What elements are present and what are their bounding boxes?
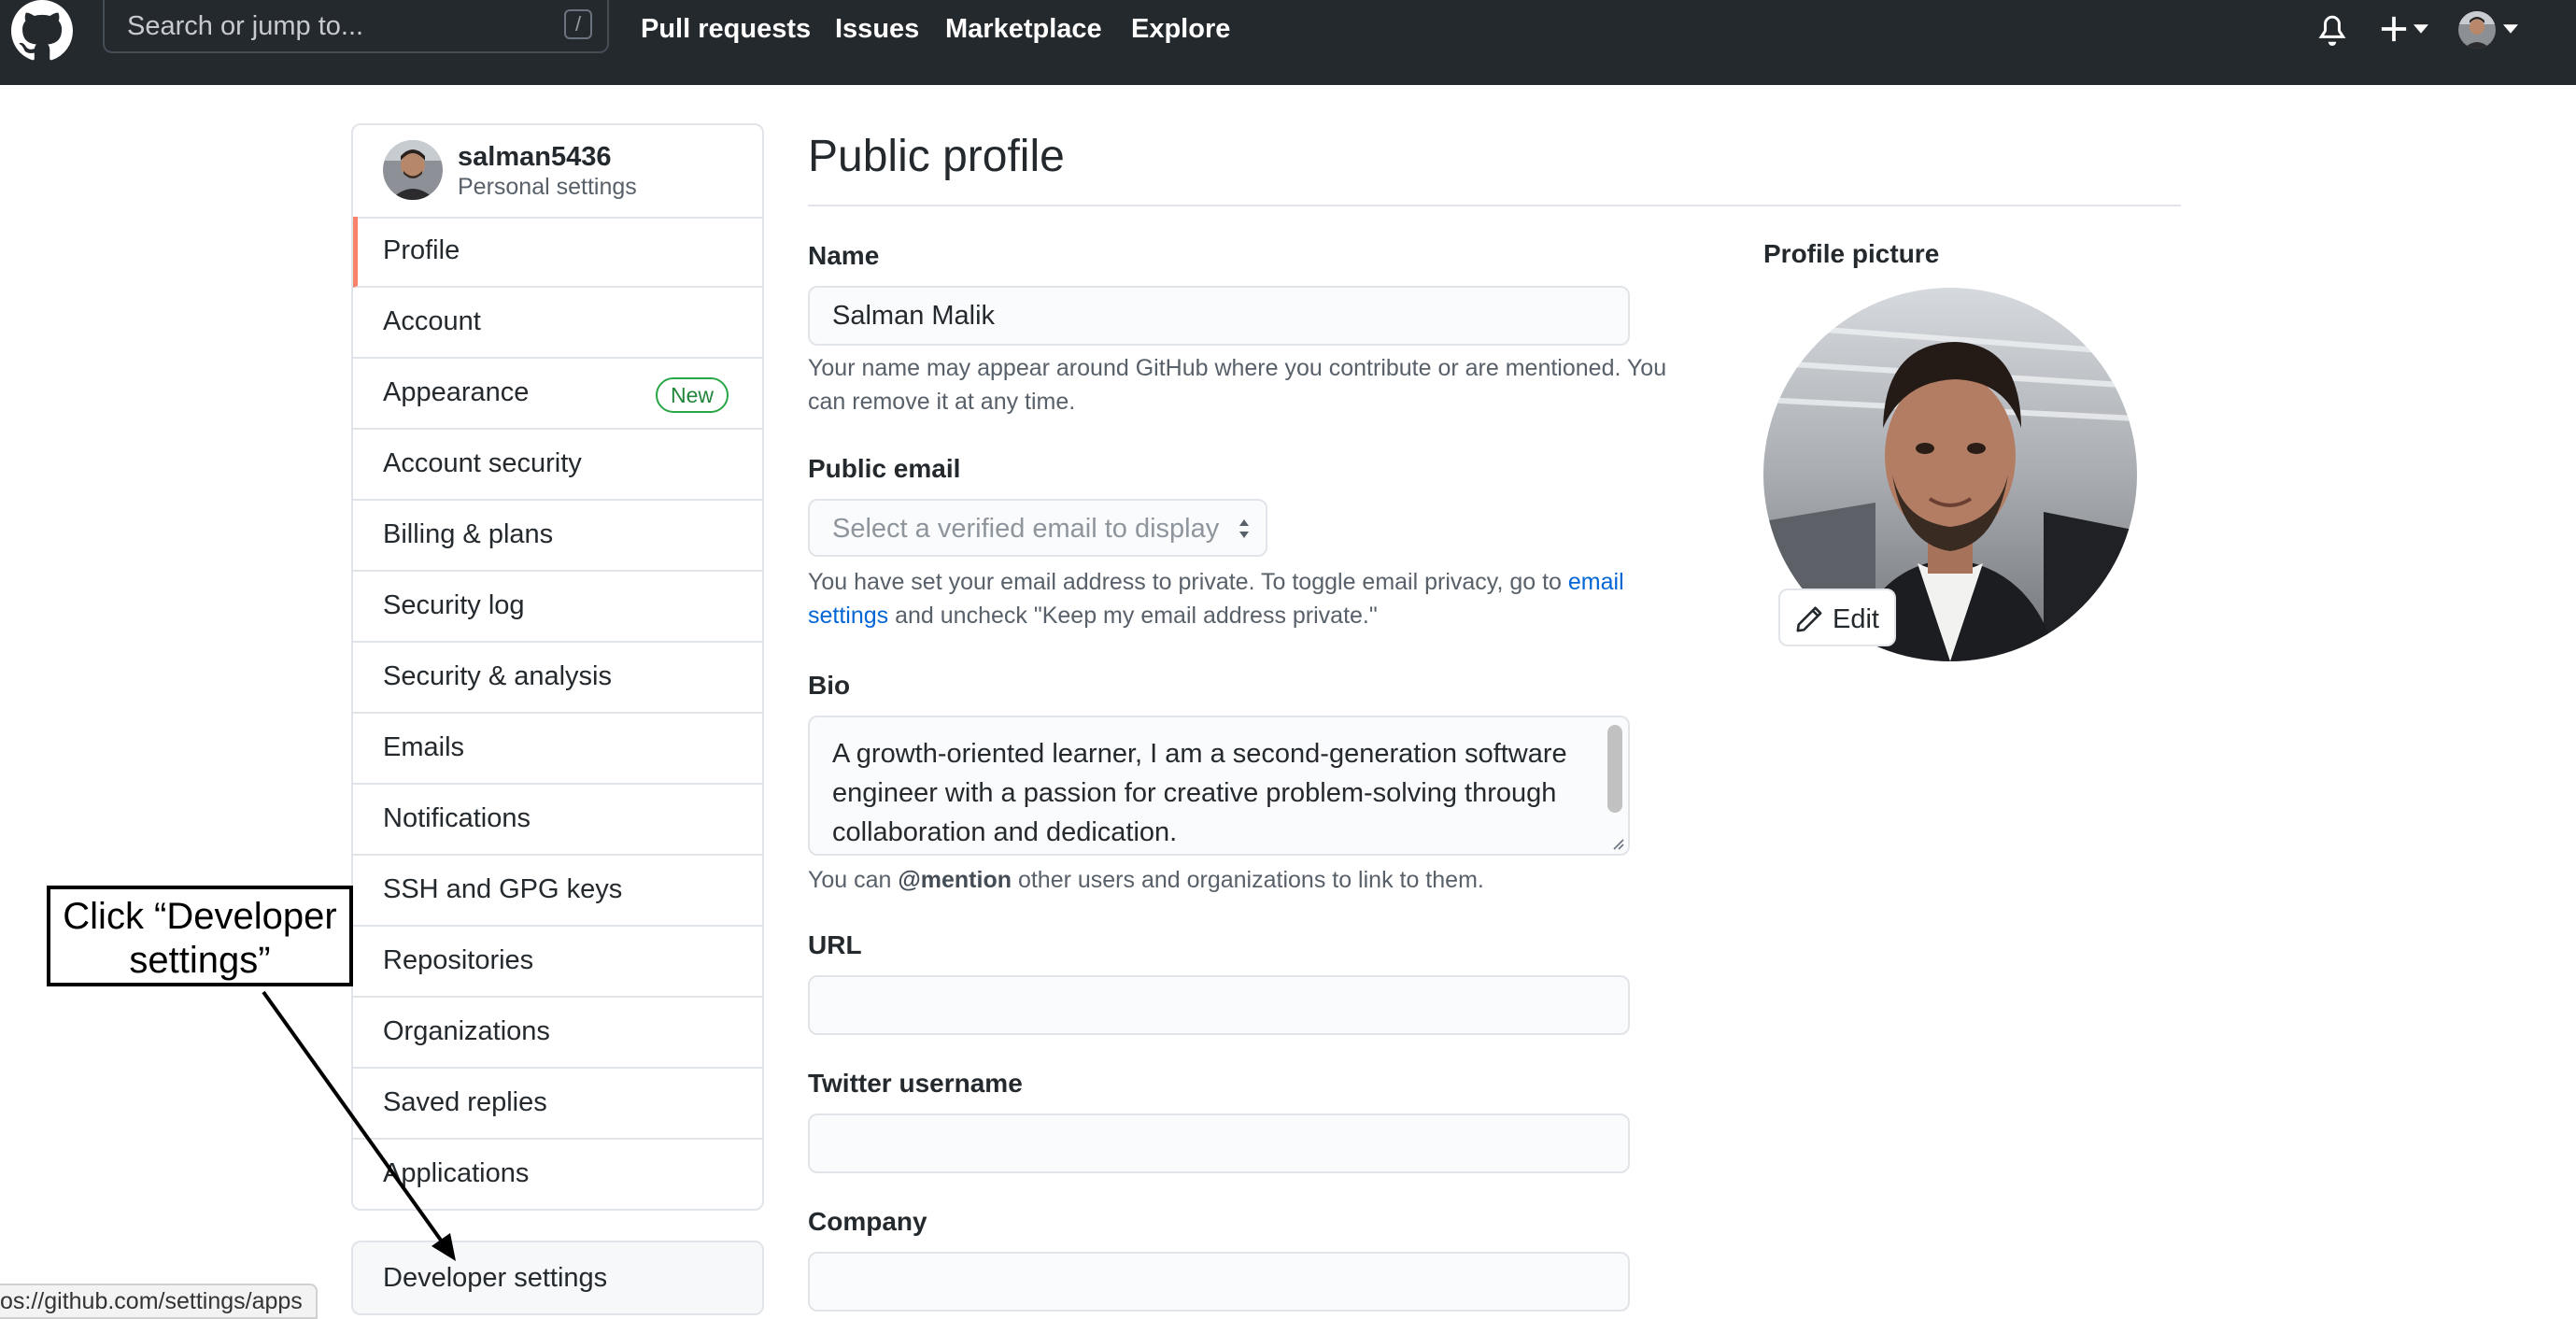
callout-text: Click “Developer settings” bbox=[63, 896, 337, 981]
profile-picture-label: Profile picture bbox=[1763, 239, 1940, 268]
sidebar-item-label: Notifications bbox=[383, 803, 531, 833]
sidebar-item-developer-settings[interactable]: Developer settings bbox=[351, 1241, 764, 1315]
edit-profile-picture-button[interactable]: Edit bbox=[1778, 589, 1896, 646]
sidebar-item-label: Saved replies bbox=[383, 1087, 547, 1117]
bio-textarea[interactable]: A growth-oriented learner, I am a second… bbox=[808, 716, 1630, 856]
sidebar-item-label: Organizations bbox=[383, 1016, 550, 1046]
sidebar-item-repositories[interactable]: Repositories bbox=[353, 927, 762, 998]
nav-pull-requests[interactable]: Pull requests bbox=[641, 14, 811, 45]
sidebar-item-ssh-gpg-keys[interactable]: SSH and GPG keys bbox=[353, 856, 762, 927]
bio-label: Bio bbox=[808, 671, 851, 700]
twitter-username-label: Twitter username bbox=[808, 1069, 1023, 1098]
username[interactable]: salman5436 bbox=[458, 142, 611, 173]
company-field[interactable] bbox=[808, 1252, 1630, 1312]
sidebar-item-saved-replies[interactable]: Saved replies bbox=[353, 1069, 762, 1140]
email-help-text-start: You have set your email address to priva… bbox=[808, 569, 1568, 595]
avatar-image bbox=[383, 140, 443, 200]
sidebar-item-appearance[interactable]: Appearance New bbox=[353, 359, 762, 430]
sidebar-item-label: SSH and GPG keys bbox=[383, 874, 623, 904]
sidebar-item-account-security[interactable]: Account security bbox=[353, 430, 762, 501]
name-field[interactable] bbox=[808, 286, 1630, 346]
new-badge: New bbox=[656, 377, 729, 413]
mention-text: @mention bbox=[898, 867, 1012, 893]
page-title: Public profile bbox=[808, 132, 1065, 181]
public-email-select[interactable]: Select a verified email to display bbox=[808, 499, 1267, 557]
nav-issues[interactable]: Issues bbox=[835, 14, 919, 45]
public-email-placeholder: Select a verified email to display bbox=[832, 514, 1220, 544]
resize-grip-icon[interactable] bbox=[1609, 835, 1624, 850]
bio-text: A growth-oriented learner, I am a second… bbox=[832, 739, 1567, 847]
chevron-down-icon[interactable] bbox=[2413, 24, 2428, 34]
avatar[interactable] bbox=[2458, 11, 2496, 49]
email-help-text: You have set your email address to priva… bbox=[808, 565, 1705, 632]
avatar-image bbox=[2458, 11, 2496, 49]
sidebar-item-applications[interactable]: Applications bbox=[353, 1140, 762, 1211]
sidebar-item-security-analysis[interactable]: Security & analysis bbox=[353, 643, 762, 714]
bio-help-end: other users and organizations to link to… bbox=[1012, 867, 1484, 893]
sidebar-item-label: Security & analysis bbox=[383, 661, 612, 691]
email-help-text-end: and uncheck "Keep my email address priva… bbox=[888, 603, 1378, 629]
avatar[interactable] bbox=[383, 140, 443, 200]
select-arrows-icon bbox=[1239, 519, 1249, 538]
chevron-down-icon[interactable] bbox=[2503, 24, 2518, 34]
sidebar-item-label: Profile bbox=[383, 235, 460, 265]
sidebar-item-organizations[interactable]: Organizations bbox=[353, 998, 762, 1069]
github-logo[interactable] bbox=[11, 0, 73, 62]
divider bbox=[808, 205, 2181, 206]
sidebar-item-account[interactable]: Account bbox=[353, 288, 762, 359]
sidebar-item-label: Account bbox=[383, 306, 481, 336]
twitter-username-field[interactable] bbox=[808, 1113, 1630, 1173]
sidebar-item-profile[interactable]: Profile bbox=[353, 217, 762, 288]
sidebar-item-label: Applications bbox=[383, 1158, 530, 1188]
scrollbar[interactable] bbox=[1607, 725, 1622, 813]
personal-settings-subtitle: Personal settings bbox=[458, 174, 637, 200]
top-navigation-bar: Search or jump to... / Pull requests Iss… bbox=[0, 0, 2576, 85]
sidebar-user-header: salman5436 Personal settings bbox=[353, 125, 762, 219]
nav-marketplace[interactable]: Marketplace bbox=[945, 14, 1102, 45]
sidebar-item-billing-plans[interactable]: Billing & plans bbox=[353, 501, 762, 572]
sidebar-item-security-log[interactable]: Security log bbox=[353, 572, 762, 643]
company-label: Company bbox=[808, 1207, 927, 1236]
plus-icon[interactable] bbox=[2380, 15, 2408, 43]
url-field[interactable] bbox=[808, 975, 1630, 1035]
bell-icon[interactable] bbox=[2316, 13, 2348, 47]
public-email-label: Public email bbox=[808, 454, 961, 483]
settings-sidebar: salman5436 Personal settings Profile Acc… bbox=[351, 123, 764, 1211]
sidebar-item-label: Security log bbox=[383, 590, 525, 620]
name-help-text: Your name may appear around GitHub where… bbox=[808, 355, 1667, 415]
sidebar-item-notifications[interactable]: Notifications bbox=[353, 785, 762, 856]
edit-label: Edit bbox=[1833, 604, 1879, 634]
pencil-icon bbox=[1796, 606, 1822, 632]
nav-explore[interactable]: Explore bbox=[1131, 14, 1230, 45]
sidebar-item-label: Account security bbox=[383, 448, 582, 478]
browser-status-bar: os://github.com/settings/apps bbox=[0, 1284, 318, 1319]
url-label: URL bbox=[808, 930, 862, 959]
tutorial-callout: Click “Developer settings” bbox=[47, 886, 353, 986]
name-label: Name bbox=[808, 241, 880, 270]
search-placeholder: Search or jump to... bbox=[127, 11, 364, 41]
bio-help-start: You can bbox=[808, 867, 899, 893]
sidebar-item-label: Emails bbox=[383, 732, 465, 762]
bio-help-text: You can @mention other users and organiz… bbox=[808, 863, 1705, 897]
sidebar-item-emails[interactable]: Emails bbox=[353, 714, 762, 785]
search-input[interactable]: Search or jump to... / bbox=[103, 0, 609, 53]
sidebar-item-label: Repositories bbox=[383, 945, 534, 975]
slash-shortcut-key: / bbox=[564, 9, 592, 39]
sidebar-item-label: Appearance bbox=[383, 377, 530, 407]
sidebar-item-label: Billing & plans bbox=[383, 519, 554, 549]
sidebar-item-label: Developer settings bbox=[383, 1263, 608, 1293]
